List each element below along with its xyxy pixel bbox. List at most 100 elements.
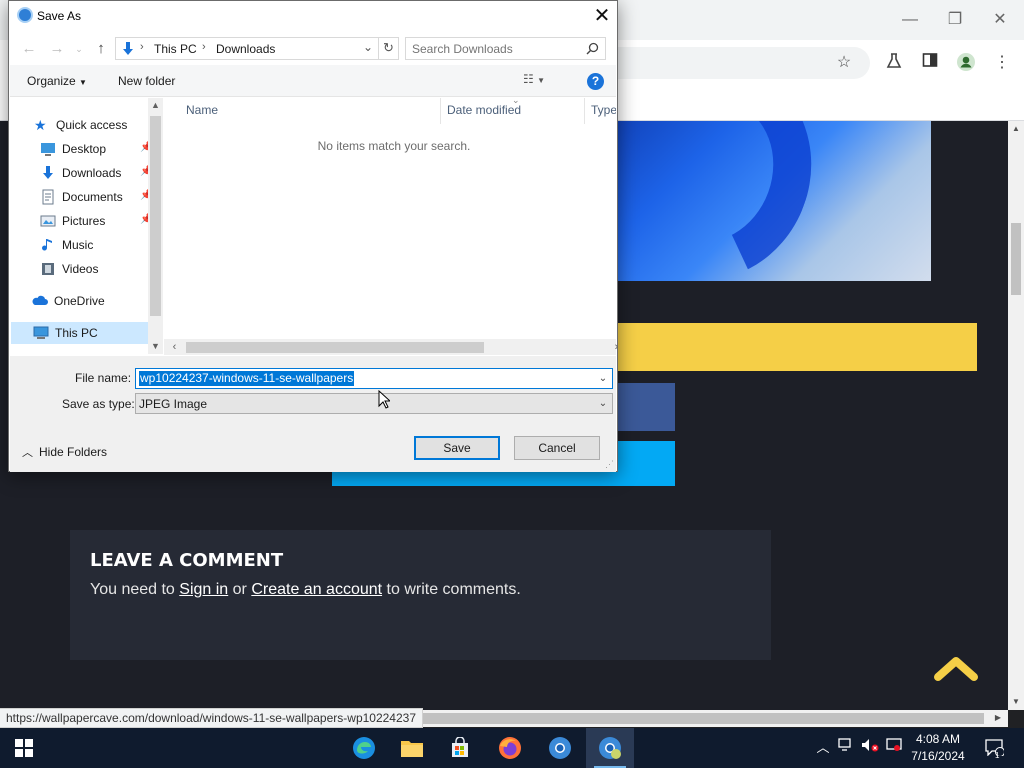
nav-videos[interactable]: Videos — [40, 258, 162, 280]
breadcrumb-dropdown-icon[interactable]: ⌄ — [363, 40, 373, 54]
help-icon[interactable]: ? — [587, 73, 604, 90]
up-folder-button[interactable]: ↑ — [91, 39, 111, 59]
column-type[interactable]: Type — [591, 103, 616, 125]
resize-grip-icon[interactable]: ⋰ — [605, 459, 614, 470]
sign-in-link[interactable]: Sign in — [179, 581, 228, 598]
store-icon[interactable] — [436, 728, 484, 768]
edge-icon[interactable] — [340, 728, 388, 768]
sidebar-icon[interactable] — [919, 52, 941, 74]
search-downloads[interactable] — [405, 37, 606, 60]
column-divider[interactable] — [584, 98, 585, 124]
firefox-icon[interactable] — [486, 728, 534, 768]
file-explorer-icon[interactable] — [388, 728, 436, 768]
chevron-down-icon[interactable]: ⌄ — [596, 371, 610, 386]
computer-icon — [33, 326, 49, 339]
save-button[interactable]: Save — [414, 436, 500, 460]
profile-icon[interactable] — [955, 52, 977, 74]
save-as-type-select[interactable]: JPEG Image ⌄ — [135, 393, 613, 414]
flask-icon[interactable] — [883, 52, 905, 74]
comment-prompt: You need to Sign in or Create an account… — [90, 581, 521, 599]
comment-section: LEAVE A COMMENT You need to Sign in or C… — [70, 530, 771, 660]
page-hscroll-thumb[interactable] — [420, 713, 984, 724]
chrome-canary-icon[interactable] — [536, 728, 584, 768]
new-folder-button[interactable]: New folder — [118, 74, 175, 88]
nav-this-pc[interactable]: This PC — [11, 322, 149, 344]
comment-prefix: You need to — [90, 581, 180, 598]
nav-scroll-thumb[interactable] — [150, 116, 161, 316]
chrome-canary-active-icon[interactable] — [586, 728, 634, 768]
nav-pane-scrollbar[interactable]: ▲ ▼ — [148, 98, 163, 354]
start-button[interactable] — [0, 728, 48, 768]
nav-pictures[interactable]: Pictures 📌 — [40, 210, 162, 232]
nav-music-label: Music — [62, 238, 94, 252]
create-account-link[interactable]: Create an account — [251, 581, 382, 598]
nav-music[interactable]: Music — [40, 234, 162, 256]
search-icon[interactable] — [586, 42, 599, 55]
file-name-label: File name: — [75, 371, 132, 385]
breadcrumb-downloads[interactable]: Downloads — [216, 42, 275, 56]
nav-quick-access[interactable]: ★ Quick access — [34, 114, 162, 136]
view-options-icon[interactable]: ☷ ▼ — [523, 72, 545, 86]
page-vertical-scrollbar[interactable]: ▲ ▼ — [1008, 121, 1024, 710]
refresh-icon[interactable]: ↻ — [383, 40, 394, 56]
status-bar-url: https://wallpapercave.com/download/windo… — [0, 708, 424, 728]
notification-center-icon[interactable]: 1 — [982, 738, 1006, 760]
file-name-input[interactable]: wp10224237-windows-11-se-wallpapers ⌄ — [135, 368, 613, 389]
recent-locations-button[interactable]: ⌄ — [69, 39, 89, 59]
restore-button[interactable]: ❐ — [940, 8, 970, 32]
notification-count: 1 — [995, 751, 1000, 760]
scroll-right-arrow[interactable]: ▶ — [990, 710, 1006, 726]
chevron-down-icon[interactable]: ⌄ — [596, 396, 610, 411]
organize-button[interactable]: Organize ▼ — [27, 74, 87, 88]
network-icon[interactable] — [836, 738, 856, 758]
file-list-hscrollbar[interactable]: ‹ › — [164, 339, 618, 355]
chevron-down-icon: ▼ — [79, 78, 87, 87]
file-list-scroll-thumb[interactable] — [186, 342, 484, 353]
scroll-right-arrow[interactable]: › — [609, 339, 624, 355]
display-icon[interactable] — [884, 738, 904, 758]
hide-folders-button[interactable]: ︿ Hide Folders — [22, 444, 107, 460]
desktop-icon — [41, 143, 55, 156]
tray-chevron-up-icon[interactable]: ︿ — [813, 738, 833, 758]
search-input[interactable] — [412, 41, 582, 56]
dialog-close-button[interactable]: ✕ — [586, 2, 618, 30]
column-divider[interactable] — [440, 98, 441, 124]
download-folder-icon — [123, 42, 133, 55]
star-icon[interactable]: ☆ — [833, 52, 855, 74]
star-icon: ★ — [34, 117, 47, 133]
close-window-button[interactable]: ✕ — [985, 8, 1015, 32]
column-name[interactable]: Name — [186, 103, 218, 125]
page-scroll-thumb[interactable] — [1011, 223, 1021, 295]
scroll-up-arrow[interactable]: ▲ — [148, 98, 163, 113]
minimize-button[interactable]: — — [895, 8, 925, 32]
address-breadcrumb[interactable]: › This PC › Downloads ⌄ ↻ — [115, 37, 399, 60]
dialog-title: Save As — [37, 9, 82, 23]
scroll-down-arrow[interactable]: ▼ — [1008, 694, 1024, 710]
scroll-up-arrow[interactable]: ▲ — [1008, 121, 1024, 137]
menu-icon[interactable]: ⋮ — [991, 52, 1013, 74]
address-bar[interactable] — [610, 47, 870, 79]
file-name-selected-text[interactable]: wp10224237-windows-11-se-wallpapers — [139, 371, 355, 386]
cancel-button[interactable]: Cancel — [514, 436, 600, 460]
file-list[interactable]: Name ⌄ Date modified Type No items match… — [164, 98, 616, 339]
chevron-up-icon: ︿ — [22, 447, 33, 459]
nav-desktop[interactable]: Desktop 📌 — [40, 138, 162, 160]
breadcrumb-this-pc[interactable]: This PC — [154, 42, 197, 56]
back-to-top-icon[interactable] — [934, 653, 978, 683]
nav-this-pc-label: This PC — [55, 326, 98, 340]
addr-divider — [378, 38, 379, 59]
music-icon — [42, 239, 52, 251]
nav-documents[interactable]: Documents 📌 — [40, 186, 162, 208]
onedrive-icon — [32, 295, 48, 305]
comment-suffix: to write comments. — [382, 581, 521, 598]
volume-muted-icon[interactable] — [860, 738, 880, 758]
taskbar-clock[interactable]: 4:08 AM 7/16/2024 — [905, 731, 971, 765]
nav-onedrive[interactable]: OneDrive — [32, 290, 162, 312]
column-date-modified[interactable]: Date modified — [447, 103, 521, 125]
nav-downloads[interactable]: Downloads 📌 — [40, 162, 162, 184]
forward-button[interactable]: → — [47, 39, 67, 59]
scroll-left-arrow[interactable]: ‹ — [167, 339, 182, 355]
save-as-dialog: Save As ✕ ← → ⌄ ↑ › This PC › Downloads … — [8, 0, 618, 472]
back-button[interactable]: ← — [19, 39, 39, 59]
scroll-down-arrow[interactable]: ▼ — [148, 339, 163, 354]
